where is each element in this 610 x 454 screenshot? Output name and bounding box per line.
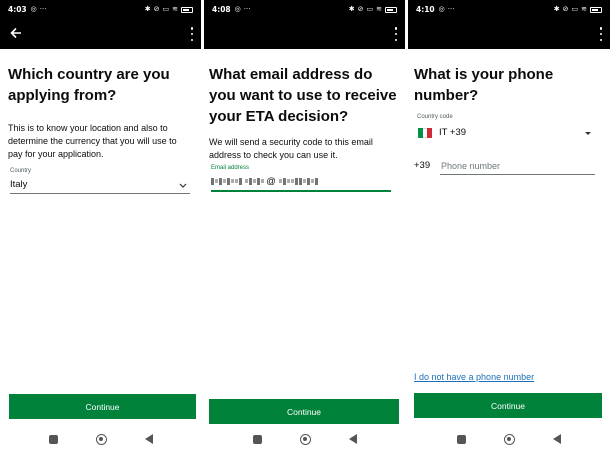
battery-saver-icon: ▭ <box>366 5 374 13</box>
page-title: Which country are you applying from? <box>8 66 170 104</box>
screen-email: 4:08 ◎ ··· ✱ ⊘ ▭ ≋ What email address do… <box>204 0 405 454</box>
redacted-text <box>211 177 242 185</box>
alarm-off-icon: ⊘ <box>153 5 160 13</box>
phone-prefix: +39 <box>414 160 431 171</box>
bluetooth-icon: ✱ <box>348 5 355 13</box>
nav-bar <box>408 424 610 454</box>
status-time: 4:03 <box>8 5 27 14</box>
hint-text: This is to know your location and also t… <box>8 123 177 159</box>
battery-saver-icon: ▭ <box>162 5 170 13</box>
country-underline <box>10 193 190 194</box>
home-icon[interactable] <box>95 433 107 445</box>
whatsapp-icon: ◎ <box>234 5 241 13</box>
wifi-icon: ≋ <box>172 5 178 13</box>
screen-phone: 4:10 ◎ ··· ✱ ⊘ ▭ ≋ What is your phone nu… <box>408 0 610 454</box>
nav-bar <box>204 424 405 454</box>
whatsapp-icon: ◎ <box>30 5 37 13</box>
page-title: What email address do you want to use to… <box>209 66 397 125</box>
no-phone-link[interactable]: I do not have a phone number <box>414 372 534 382</box>
app-bar <box>408 19 610 49</box>
bluetooth-icon: ✱ <box>144 5 151 13</box>
country-code-label: Country code <box>417 114 453 120</box>
more-notifications-icon: ··· <box>243 5 251 13</box>
email-label: Email address <box>211 165 250 171</box>
country-select[interactable]: Italy <box>10 179 27 190</box>
more-notifications-icon: ··· <box>447 5 455 13</box>
wifi-icon: ≋ <box>376 5 382 13</box>
nav-back-icon[interactable] <box>144 434 153 444</box>
app-bar <box>204 19 405 49</box>
home-icon[interactable] <box>299 433 311 445</box>
recents-icon[interactable] <box>457 434 466 444</box>
home-icon[interactable] <box>504 433 515 445</box>
screen-country: 4:03 ◎ ··· ✱ ⊘ ▭ ≋ Which country are you… <box>0 0 201 454</box>
more-notifications-icon: ··· <box>39 5 47 13</box>
status-time: 4:10 <box>416 5 435 14</box>
wifi-icon: ≋ <box>581 5 587 13</box>
country-label: Country <box>10 168 32 174</box>
email-input[interactable]: @ <box>211 176 318 187</box>
alarm-off-icon: ⊘ <box>357 5 364 13</box>
status-bar: 4:10 ◎ ··· ✱ ⊘ ▭ ≋ <box>408 0 610 19</box>
chevron-down-icon[interactable] <box>179 183 187 188</box>
back-arrow-icon[interactable] <box>9 26 23 40</box>
continue-button[interactable]: Continue <box>209 399 399 424</box>
country-code-select[interactable]: IT +39 <box>439 127 466 138</box>
dropdown-arrow-icon[interactable] <box>584 131 592 136</box>
bluetooth-icon: ✱ <box>553 5 560 13</box>
battery-saver-icon: ▭ <box>571 5 579 13</box>
battery-icon <box>385 6 397 13</box>
continue-button[interactable]: Continue <box>9 394 196 419</box>
hint-text: We will send a security code to this ema… <box>209 137 373 160</box>
overflow-menu-icon[interactable] <box>394 27 398 41</box>
status-time: 4:08 <box>212 5 231 14</box>
recents-icon[interactable] <box>48 434 58 444</box>
email-underline <box>211 190 391 192</box>
redacted-text <box>244 177 264 185</box>
whatsapp-icon: ◎ <box>438 5 445 13</box>
alarm-off-icon: ⊘ <box>562 5 569 13</box>
status-bar: 4:03 ◎ ··· ✱ ⊘ ▭ ≋ <box>0 0 201 19</box>
overflow-menu-icon[interactable] <box>599 27 603 41</box>
phone-input[interactable]: Phone number <box>441 161 500 171</box>
nav-bar <box>0 424 201 454</box>
app-bar <box>0 19 201 49</box>
status-bar: 4:08 ◎ ··· ✱ ⊘ ▭ ≋ <box>204 0 405 19</box>
nav-back-icon[interactable] <box>348 434 357 444</box>
page-title: What is your phone number? <box>414 66 554 104</box>
nav-back-icon[interactable] <box>553 434 561 444</box>
battery-icon <box>590 6 602 13</box>
continue-button[interactable]: Continue <box>414 393 602 418</box>
phone-underline <box>440 174 595 175</box>
battery-icon <box>181 6 193 13</box>
at-sign: @ <box>266 176 276 187</box>
redacted-text <box>278 177 318 185</box>
recents-icon[interactable] <box>252 434 262 444</box>
overflow-menu-icon[interactable] <box>190 27 194 41</box>
italy-flag-icon <box>418 128 433 138</box>
